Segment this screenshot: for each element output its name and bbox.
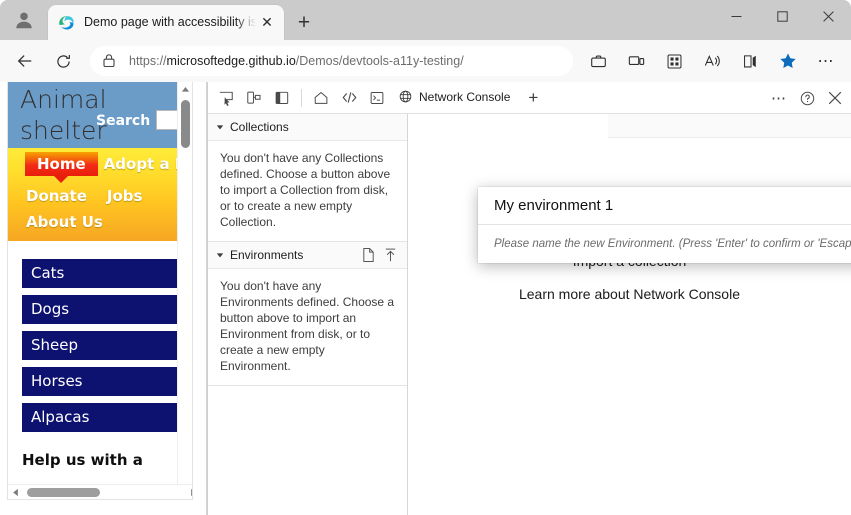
nav-row-2: Donate Jobs: [8, 185, 192, 207]
edge-logo-icon: [58, 14, 75, 31]
page-vertical-scrollbar[interactable]: [177, 82, 192, 499]
nav-row-3: About Us: [8, 211, 192, 233]
site-header: Animal shelter Search: [8, 82, 192, 148]
collections-empty-text: You don't have any Collections defined. …: [208, 141, 407, 242]
browser-tab[interactable]: Demo page with accessibility issues ✕: [48, 5, 284, 40]
scroll-up-arrow-icon[interactable]: [178, 82, 192, 97]
browser-toolbar-actions: ⋯: [579, 45, 845, 77]
refresh-icon[interactable]: [47, 45, 79, 77]
home-icon[interactable]: [308, 86, 334, 110]
back-arrow-icon[interactable]: [9, 45, 41, 77]
environment-name-prompt: My environment 1 Please name the new Env…: [478, 187, 851, 263]
nav-row-1: Home Adopt a Pet: [8, 152, 192, 183]
tab-network-console[interactable]: Network Console: [391, 82, 521, 113]
search-label: Search: [96, 113, 151, 129]
animal-button-cats[interactable]: Cats: [22, 259, 178, 288]
toolbar-divider: [301, 88, 302, 107]
site-nav: Home Adopt a Pet Donate Jobs About Us: [8, 148, 192, 241]
favorite-star-icon[interactable]: [772, 45, 804, 77]
chevron-down-icon: [214, 249, 226, 261]
window-close-button[interactable]: [805, 0, 851, 32]
devtools-sidebar: Collections You don't have any Collectio…: [208, 114, 408, 515]
webpage-frame: Animal shelter Search Home Adopt a Pet D…: [0, 82, 207, 515]
settings-more-icon[interactable]: ⋯: [810, 45, 842, 77]
chevron-down-icon: [214, 121, 226, 133]
device-emulation-icon[interactable]: [241, 86, 267, 110]
animal-button-dogs[interactable]: Dogs: [22, 295, 178, 324]
nav-link-home[interactable]: Home: [25, 152, 98, 183]
lock-icon: [102, 53, 118, 69]
help-icon[interactable]: [794, 86, 820, 110]
profile-avatar-button[interactable]: [4, 0, 44, 40]
animal-button-sheep[interactable]: Sheep: [22, 331, 178, 360]
environments-empty-text: You don't have any Environments defined.…: [208, 269, 407, 386]
webpage-content: Animal shelter Search Home Adopt a Pet D…: [7, 82, 193, 500]
window-maximize-button[interactable]: [759, 0, 805, 32]
page-horizontal-scrollbar[interactable]: [8, 484, 192, 500]
window-minimize-button[interactable]: [713, 0, 759, 32]
tab-close-button[interactable]: ✕: [256, 12, 278, 34]
help-heading: Help us with a: [22, 451, 143, 469]
environment-name-hint: Please name the new Environment. (Press …: [494, 238, 851, 250]
devtools-toolbar-right: ⋯: [765, 82, 849, 114]
collections-icon[interactable]: [658, 45, 690, 77]
elements-icon[interactable]: [336, 86, 362, 110]
new-tab-button[interactable]: +: [290, 8, 318, 36]
avatar-icon: [16, 12, 32, 29]
new-file-icon[interactable]: [357, 244, 379, 266]
split-screen-icon[interactable]: [620, 45, 652, 77]
site-title: Animal shelter: [20, 84, 107, 146]
globe-icon: [398, 89, 413, 104]
environment-name-input[interactable]: My environment 1: [478, 187, 851, 225]
inspect-element-icon[interactable]: [213, 86, 239, 110]
content-viewport: Animal shelter Search Home Adopt a Pet D…: [0, 82, 851, 515]
console-icon[interactable]: [364, 86, 390, 110]
collections-section-header[interactable]: Collections: [208, 114, 407, 141]
tab-network-console-label: Network Console: [419, 89, 511, 104]
dock-side-icon[interactable]: [269, 86, 295, 110]
animal-button-horses[interactable]: Horses: [22, 367, 178, 396]
devtools-body: Collections You don't have any Collectio…: [208, 114, 851, 515]
immersive-reader-icon[interactable]: [734, 45, 766, 77]
main-pane-top-strip: [608, 114, 851, 138]
tab-title: Demo page with accessibility issues: [84, 15, 256, 29]
add-tab-button[interactable]: +: [520, 86, 546, 110]
environments-title: Environments: [230, 248, 304, 262]
window-controls: [713, 0, 851, 32]
environments-section-header[interactable]: Environments: [208, 242, 407, 269]
import-upload-icon[interactable]: [379, 244, 401, 266]
nav-link-about-us[interactable]: About Us: [20, 211, 109, 233]
devtools-panel: Network Console + ⋯ Collections You don'…: [207, 82, 851, 515]
page-vertical-scroll-thumb[interactable]: [181, 100, 190, 148]
devtools-more-icon[interactable]: ⋯: [766, 86, 792, 110]
collections-title: Collections: [230, 120, 289, 134]
learn-more-network-console-link[interactable]: Learn more about Network Console: [408, 286, 851, 302]
devtools-close-icon[interactable]: [822, 86, 848, 110]
site-title-line1: Animal: [20, 85, 107, 114]
animal-category-list: Cats Dogs Sheep Horses Alpacas: [8, 241, 192, 432]
url-path: /Demos/devtools-a11y-testing/: [295, 54, 464, 68]
address-bar: https://microsoftedge.github.io/Demos/de…: [0, 40, 851, 82]
url-host: microsoftedge.github.io: [166, 54, 296, 68]
browser-essentials-icon[interactable]: [582, 45, 614, 77]
url-scheme: https://: [129, 54, 167, 68]
animal-button-alpacas[interactable]: Alpacas: [22, 403, 178, 432]
browser-window: Demo page with accessibility issues ✕ +: [0, 0, 851, 515]
url-text: https://microsoftedge.github.io/Demos/de…: [129, 54, 464, 68]
page-horizontal-scroll-thumb[interactable]: [27, 488, 100, 497]
scroll-left-arrow-icon[interactable]: [8, 485, 23, 500]
tab-strip: Demo page with accessibility issues ✕ +: [0, 0, 851, 40]
read-aloud-icon[interactable]: [696, 45, 728, 77]
site-title-line2: shelter: [20, 116, 107, 145]
devtools-main-pane: Create a request Import a collection Lea…: [408, 114, 851, 515]
scroll-right-arrow-icon[interactable]: [186, 485, 192, 499]
devtools-toolbar: Network Console + ⋯: [208, 82, 851, 114]
nav-link-jobs[interactable]: Jobs: [101, 185, 149, 207]
url-input[interactable]: https://microsoftedge.github.io/Demos/de…: [90, 46, 573, 76]
nav-link-donate[interactable]: Donate: [20, 185, 93, 207]
